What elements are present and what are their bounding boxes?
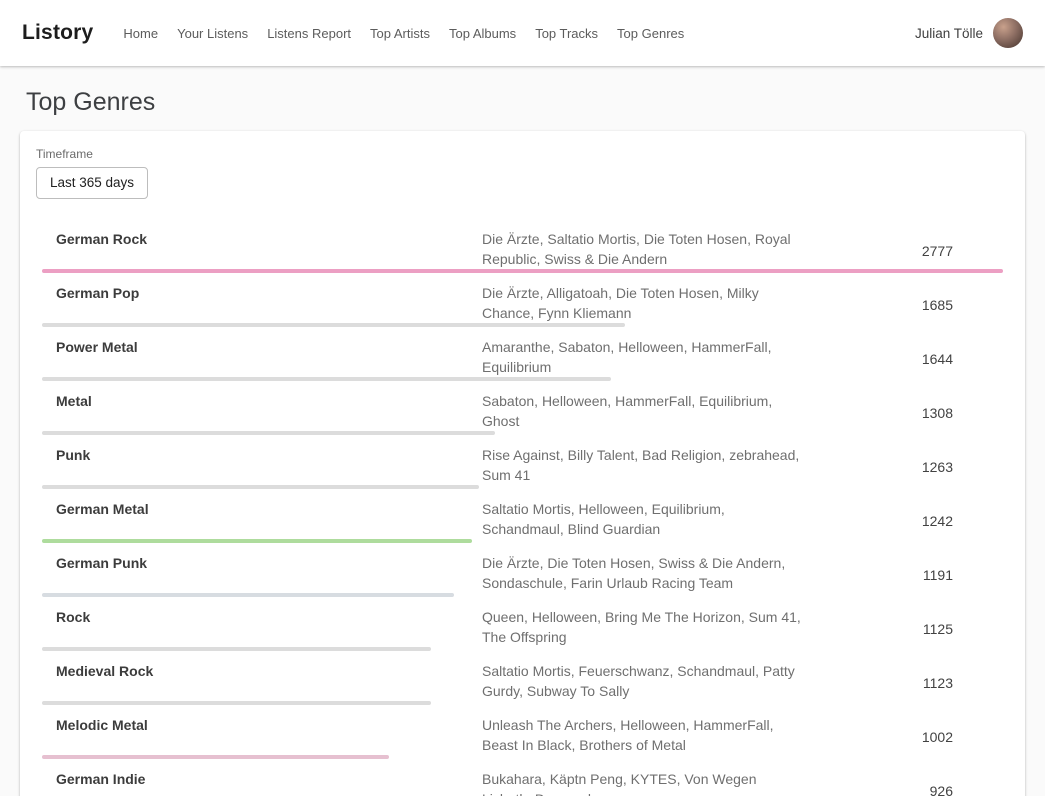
genre-name: German Metal xyxy=(56,499,482,543)
genre-count: 1123 xyxy=(802,675,1003,691)
genre-count: 1002 xyxy=(802,729,1003,745)
genre-name: Rock xyxy=(56,607,482,651)
genre-artists: Amaranthe, Sabaton, Helloween, HammerFal… xyxy=(482,337,802,381)
genre-row: Melodic Metal Unleash The Archers, Hello… xyxy=(42,705,1003,759)
genre-count: 926 xyxy=(802,783,1003,796)
genre-name: German Indie xyxy=(56,769,482,796)
user-avatar[interactable] xyxy=(993,18,1023,48)
genre-count: 1263 xyxy=(802,459,1003,475)
genre-name: Power Metal xyxy=(56,337,482,381)
genre-artists: Bukahara, Käptn Peng, KYTES, Von Wegen L… xyxy=(482,769,802,796)
genre-row: Power Metal Amaranthe, Sabaton, Hellowee… xyxy=(42,327,1003,381)
genre-row: German Indie Bukahara, Käptn Peng, KYTES… xyxy=(42,759,1003,796)
genre-artists: Sabaton, Helloween, HammerFall, Equilibr… xyxy=(482,391,802,435)
timeframe-section: Timeframe Last 365 days xyxy=(36,147,1009,199)
main-nav: Home Your Listens Listens Report Top Art… xyxy=(123,26,684,41)
genre-row: Punk Rise Against, Billy Talent, Bad Rel… xyxy=(42,435,1003,489)
genre-row: Medieval Rock Saltatio Mortis, Feuerschw… xyxy=(42,651,1003,705)
genre-artists: Die Ärzte, Alligatoah, Die Toten Hosen, … xyxy=(482,283,802,327)
genre-name: Melodic Metal xyxy=(56,715,482,759)
nav-item-listens-report[interactable]: Listens Report xyxy=(267,26,351,41)
nav-item-top-albums[interactable]: Top Albums xyxy=(449,26,516,41)
timeframe-select[interactable]: Last 365 days xyxy=(36,167,148,199)
nav-item-top-genres[interactable]: Top Genres xyxy=(617,26,684,41)
genre-artists: Queen, Helloween, Bring Me The Horizon, … xyxy=(482,607,802,651)
nav-item-top-tracks[interactable]: Top Tracks xyxy=(535,26,598,41)
genre-name: Medieval Rock xyxy=(56,661,482,705)
genre-row: German Metal Saltatio Mortis, Helloween,… xyxy=(42,489,1003,543)
genre-artists: Die Ärzte, Saltatio Mortis, Die Toten Ho… xyxy=(482,229,802,273)
timeframe-label: Timeframe xyxy=(36,147,1009,161)
page-title: Top Genres xyxy=(26,88,1019,117)
genre-artists: Saltatio Mortis, Feuerschwanz, Schandmau… xyxy=(482,661,802,705)
genre-artists: Saltatio Mortis, Helloween, Equilibrium,… xyxy=(482,499,802,543)
genre-name: Metal xyxy=(56,391,482,435)
genre-name: German Pop xyxy=(56,283,482,327)
genre-artists: Rise Against, Billy Talent, Bad Religion… xyxy=(482,445,802,489)
genre-row: German Pop Die Ärzte, Alligatoah, Die To… xyxy=(42,273,1003,327)
top-genres-card: Timeframe Last 365 days German Rock Die … xyxy=(20,131,1025,796)
genre-name: German Punk xyxy=(56,553,482,597)
user-name: Julian Tölle xyxy=(915,26,983,41)
app-logo[interactable]: Listory xyxy=(22,21,93,45)
genre-count: 1644 xyxy=(802,351,1003,367)
nav-item-home[interactable]: Home xyxy=(123,26,158,41)
genre-count: 2777 xyxy=(802,243,1003,259)
genre-name: German Rock xyxy=(56,229,482,273)
nav-item-your-listens[interactable]: Your Listens xyxy=(177,26,248,41)
genre-row: German Punk Die Ärzte, Die Toten Hosen, … xyxy=(42,543,1003,597)
genre-count: 1685 xyxy=(802,297,1003,313)
genre-row: Metal Sabaton, Helloween, HammerFall, Eq… xyxy=(42,381,1003,435)
genre-count: 1308 xyxy=(802,405,1003,421)
genre-row: Rock Queen, Helloween, Bring Me The Hori… xyxy=(42,597,1003,651)
genre-count: 1125 xyxy=(802,621,1003,637)
genre-row: German Rock Die Ärzte, Saltatio Mortis, … xyxy=(42,219,1003,273)
genre-count: 1242 xyxy=(802,513,1003,529)
user-menu[interactable]: Julian Tölle xyxy=(915,18,1023,48)
genres-table: German Rock Die Ärzte, Saltatio Mortis, … xyxy=(42,219,1003,796)
app-bar: Listory Home Your Listens Listens Report… xyxy=(0,0,1045,66)
nav-item-top-artists[interactable]: Top Artists xyxy=(370,26,430,41)
genre-artists: Unleash The Archers, Helloween, HammerFa… xyxy=(482,715,802,759)
genre-artists: Die Ärzte, Die Toten Hosen, Swiss & Die … xyxy=(482,553,802,597)
genre-count: 1191 xyxy=(802,567,1003,583)
genre-name: Punk xyxy=(56,445,482,489)
